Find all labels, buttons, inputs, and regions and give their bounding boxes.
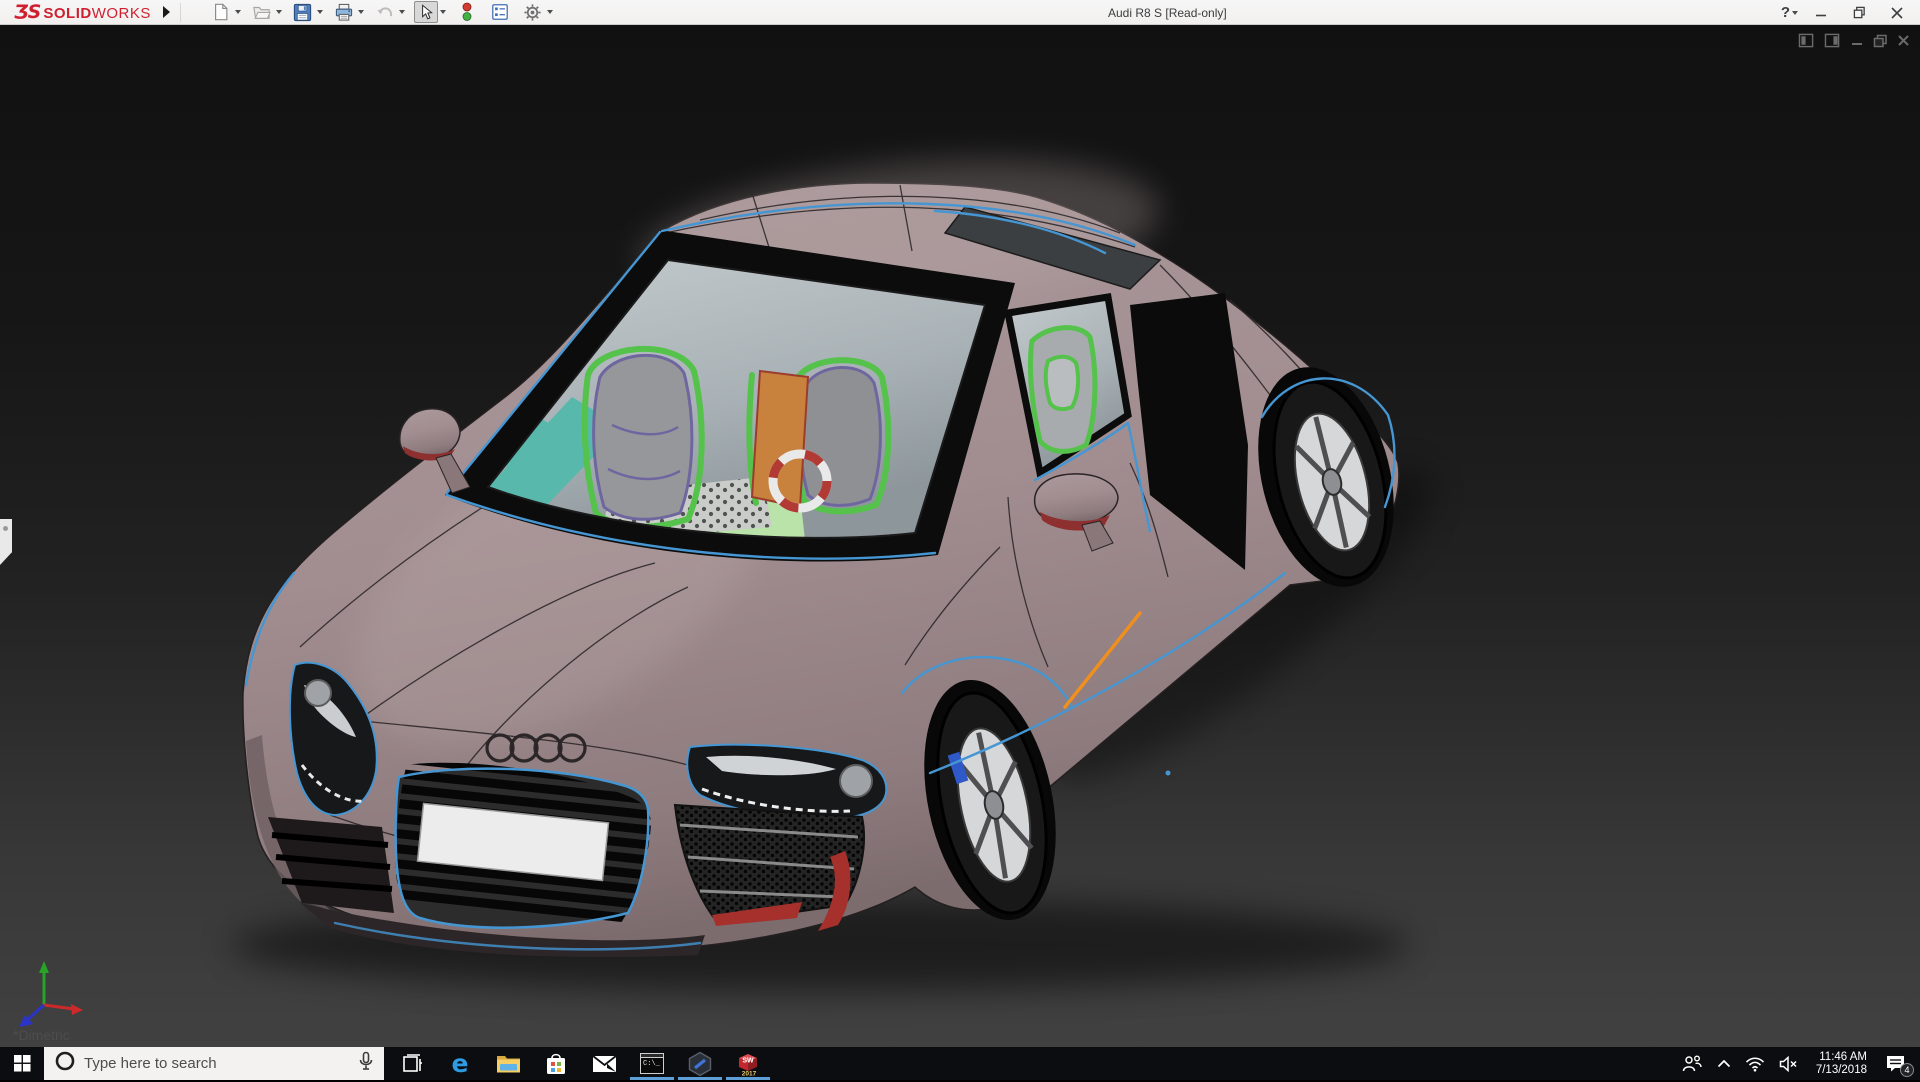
clock-time: 11:46 AM [1819, 1050, 1867, 1063]
help-icon: ? [1780, 4, 1790, 21]
svg-text:SW: SW [742, 1057, 754, 1064]
taskbar-store[interactable] [532, 1047, 580, 1080]
open-dropdown-caret[interactable] [275, 10, 282, 14]
people-button[interactable] [1674, 1047, 1710, 1080]
window-controls: ? [1781, 0, 1912, 25]
minimize-button[interactable] [1806, 2, 1836, 24]
help-dropdown-caret[interactable] [1792, 10, 1798, 15]
chevron-up-icon [1717, 1059, 1730, 1068]
new-button[interactable] [209, 1, 241, 23]
options-dropdown-caret[interactable] [546, 10, 553, 14]
task-view-icon [403, 1053, 422, 1072]
store-icon [547, 1053, 565, 1074]
toolbar-divider [179, 2, 181, 22]
action-center-button[interactable]: 4 [1877, 1047, 1920, 1080]
print-button[interactable] [332, 1, 364, 23]
start-button[interactable] [0, 1047, 44, 1080]
volume-button[interactable] [1772, 1047, 1806, 1080]
taskbar-mail[interactable] [580, 1047, 628, 1080]
task-view-button[interactable] [388, 1047, 436, 1080]
undo-dropdown-caret[interactable] [398, 10, 405, 14]
people-icon [1682, 1055, 1702, 1071]
doc-minimize-icon[interactable] [1850, 34, 1864, 53]
print-dropdown-caret[interactable] [357, 10, 364, 14]
file-explorer-icon [496, 1056, 520, 1073]
taskbar-solidworks-2017[interactable]: SW 2017 [724, 1047, 772, 1080]
select-dropdown-caret[interactable] [439, 10, 446, 14]
wifi-button[interactable] [1738, 1047, 1772, 1080]
new-document-icon [209, 1, 233, 23]
doc-restore-icon[interactable] [1873, 34, 1888, 53]
svg-text:2017: 2017 [742, 1070, 757, 1077]
taskbar-file-explorer[interactable] [484, 1047, 532, 1080]
clock-date: 7/13/2018 [1815, 1063, 1867, 1076]
taskbar: e C:\_ S [0, 1047, 1920, 1080]
taskbar-hexagon-app[interactable] [676, 1047, 724, 1080]
taskbar-search[interactable] [44, 1047, 384, 1080]
solidworks-logo: ƷS SOLID WORKS [14, 1, 151, 23]
select-cursor-icon [413, 1, 438, 23]
restore-button[interactable] [1844, 2, 1874, 24]
pane-left-icon[interactable] [1798, 33, 1815, 53]
select-button[interactable] [413, 1, 446, 23]
open-button[interactable] [250, 1, 282, 23]
options-gear-icon [521, 1, 545, 23]
save-dropdown-caret[interactable] [316, 10, 323, 14]
undo-icon [373, 1, 397, 23]
file-properties-icon [488, 1, 512, 23]
mail-icon [591, 1054, 617, 1072]
search-input[interactable] [76, 1054, 358, 1073]
speaker-muted-icon [1779, 1055, 1797, 1072]
car-model-audi-r8 [230, 160, 1433, 991]
save-floppy-icon [291, 1, 315, 23]
graphics-viewport[interactable]: *Dimetric [0, 25, 1920, 1047]
taskbar-command-prompt[interactable]: C:\_ [628, 1047, 676, 1080]
tab-handle-dot [3, 526, 8, 531]
solidworks-2017-icon: SW 2017 [735, 1051, 761, 1077]
show-hidden-icons-button[interactable] [1710, 1047, 1738, 1080]
solidworks-logo-glyph: ƷS [14, 1, 41, 23]
help-button[interactable]: ? [1781, 4, 1798, 21]
rebuild-button[interactable] [455, 1, 479, 23]
cortana-icon[interactable] [54, 1050, 76, 1077]
menu-flyout-arrow-icon[interactable] [162, 6, 170, 18]
notification-badge: 4 [1900, 1063, 1914, 1077]
new-dropdown-caret[interactable] [234, 10, 241, 14]
open-folder-icon [250, 1, 274, 23]
close-button[interactable] [1882, 2, 1912, 24]
undo-button[interactable] [373, 1, 405, 23]
save-button[interactable] [291, 1, 323, 23]
doc-close-icon[interactable] [1897, 34, 1910, 52]
edge-icon: e [451, 1049, 469, 1078]
options-button[interactable] [521, 1, 553, 23]
windows-logo-icon [13, 1055, 31, 1072]
taskbar-edge[interactable]: e [436, 1047, 484, 1080]
view-orientation-label: *Dimetric [13, 1027, 70, 1043]
wifi-icon [1745, 1056, 1764, 1071]
orientation-triad [19, 961, 83, 1027]
hexagon-app-icon [688, 1051, 712, 1076]
document-window-controls [1798, 33, 1910, 53]
system-tray: 11:46 AM 7/13/2018 4 [1674, 1047, 1920, 1080]
pane-right-icon[interactable] [1824, 33, 1841, 53]
file-properties-button[interactable] [488, 1, 512, 23]
taskbar-clock[interactable]: 11:46 AM 7/13/2018 [1806, 1051, 1877, 1077]
print-icon [332, 1, 356, 23]
microphone-icon[interactable] [358, 1051, 374, 1076]
document-title: Audi R8 S [Read-only] [1108, 5, 1227, 20]
command-prompt-icon: C:\_ [640, 1053, 664, 1074]
rebuild-trafficlight-icon [455, 1, 479, 23]
titlebar: ƷS SOLID WORKS Audi R8 S [Read-only] ? [0, 0, 1920, 25]
